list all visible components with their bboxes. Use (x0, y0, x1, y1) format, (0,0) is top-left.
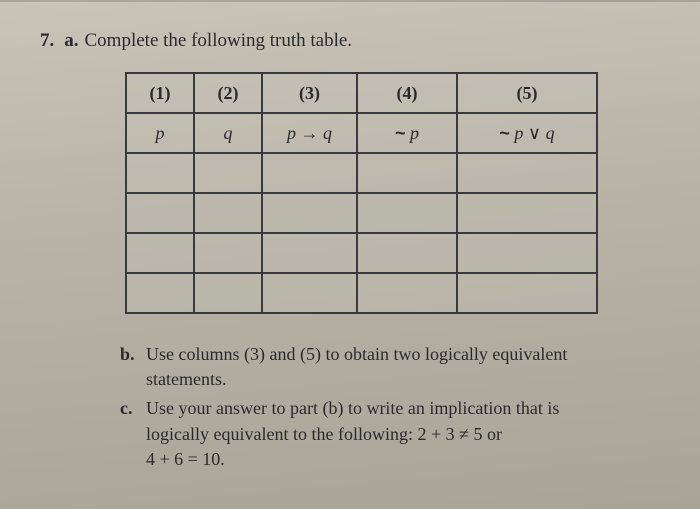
subheader-notp: ~ p (357, 113, 457, 153)
page-content: 7. a. Complete the following truth table… (0, 0, 700, 509)
cell (457, 273, 597, 313)
cell (357, 153, 457, 193)
header-col2: (2) (194, 73, 262, 113)
cell (126, 193, 194, 233)
header-col5: (5) (457, 73, 597, 113)
cell (357, 193, 457, 233)
table-header-row: (1) (2) (3) (4) (5) (126, 73, 597, 113)
cell (194, 273, 262, 313)
part-c-line1: Use your answer to part (b) to write an … (146, 398, 559, 443)
table-subheader-row: p q p → q ~ p ~ p ∨ q (126, 113, 597, 153)
cell (457, 193, 597, 233)
cell (194, 233, 262, 273)
header-col3: (3) (262, 73, 357, 113)
part-a-prompt: Complete the following truth table. (85, 30, 353, 52)
part-c-letter: c. (120, 396, 138, 472)
cell (357, 273, 457, 313)
table-row (126, 273, 597, 313)
table-row (126, 153, 597, 193)
cell (262, 193, 357, 233)
cell (357, 233, 457, 273)
part-a-letter: a. (64, 30, 78, 52)
cell (262, 153, 357, 193)
cell (126, 233, 194, 273)
subheader-notporq: ~ p ∨ q (457, 113, 597, 153)
part-b: b. Use columns (3) and (5) to obtain two… (120, 342, 620, 392)
subparts: b. Use columns (3) and (5) to obtain two… (40, 342, 660, 472)
subheader-p: p (126, 113, 194, 153)
subheader-implies: p → q (262, 113, 357, 153)
cell (262, 273, 357, 313)
cell (194, 153, 262, 193)
table-row (126, 193, 597, 233)
part-b-letter: b. (120, 342, 138, 392)
cell (126, 153, 194, 193)
header-col1: (1) (126, 73, 194, 113)
part-b-text: Use columns (3) and (5) to obtain two lo… (146, 342, 620, 392)
cell (194, 193, 262, 233)
part-c-text: Use your answer to part (b) to write an … (146, 396, 620, 472)
cell (457, 233, 597, 273)
subheader-q: q (194, 113, 262, 153)
cell (457, 153, 597, 193)
truth-table: (1) (2) (3) (4) (5) p q p → q ~ p ~ p ∨ … (125, 72, 598, 314)
table-row (126, 233, 597, 273)
cell (126, 273, 194, 313)
part-c-line2: 4 + 6 = 10. (146, 449, 225, 469)
header-col4: (4) (357, 73, 457, 113)
part-c: c. Use your answer to part (b) to write … (120, 396, 620, 472)
question-header: 7. a. Complete the following truth table… (40, 30, 660, 52)
cell (262, 233, 357, 273)
question-number: 7. (40, 30, 54, 52)
